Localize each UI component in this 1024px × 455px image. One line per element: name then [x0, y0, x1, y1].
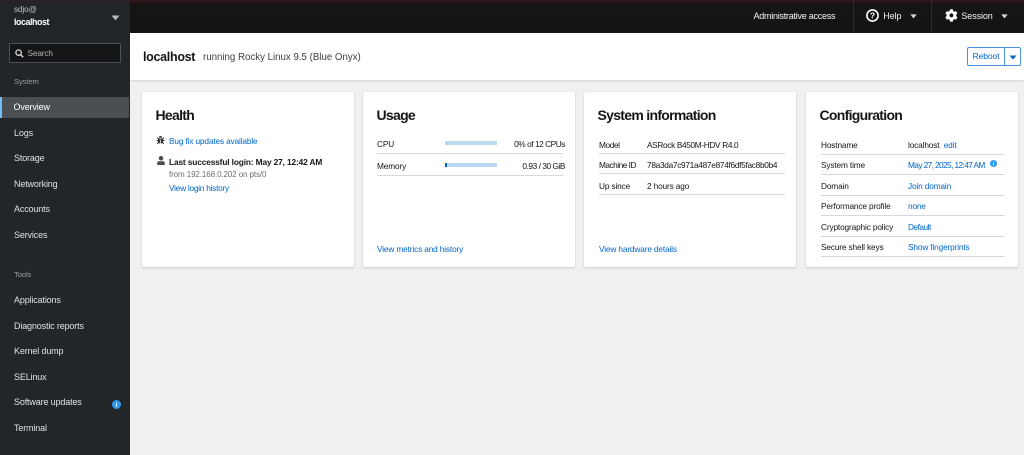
svg-text:i: i — [116, 402, 118, 409]
svg-text:?: ? — [870, 11, 875, 21]
